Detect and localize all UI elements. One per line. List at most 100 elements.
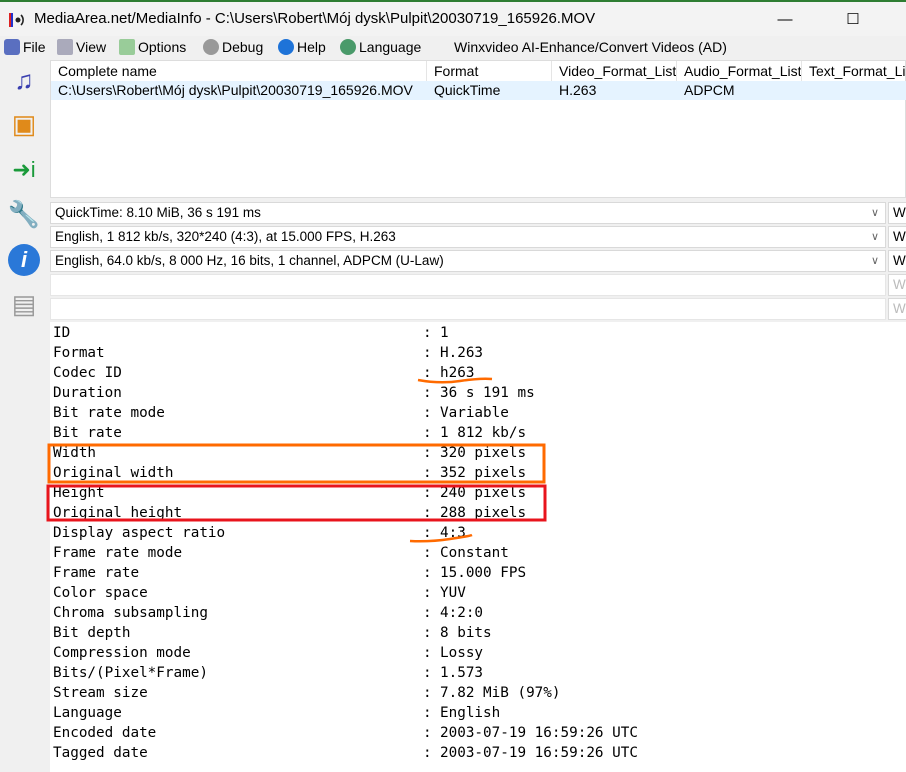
stream-web-button[interactable]: W — [888, 226, 906, 248]
detail-separator: : — [423, 445, 432, 461]
stream-web-button[interactable]: W — [888, 202, 906, 224]
video-stream-select[interactable]: English, 1 812 kb/s, 320*240 (4:3), at 1… — [50, 226, 886, 248]
detail-label: Bit rate mode — [53, 405, 165, 421]
detail-label: Duration — [53, 385, 122, 401]
detail-separator: : — [423, 485, 432, 501]
list-item-audio[interactable]: ADPCM — [677, 81, 802, 100]
export-icon[interactable]: ➜i — [6, 152, 42, 188]
chevron-down-icon: ∨ — [870, 207, 879, 219]
web-knowledge-icon[interactable]: ▤ — [6, 286, 42, 322]
file-icon — [4, 39, 20, 55]
detail-separator: : — [423, 545, 432, 561]
detail-value: English — [440, 705, 501, 721]
open-file-icon[interactable]: ♫ — [6, 62, 42, 98]
menu-view[interactable]: View — [57, 38, 106, 56]
detail-value: 1 812 kb/s — [440, 425, 527, 441]
column-text-format-list[interactable]: Text_Format_List — [802, 61, 906, 81]
menu-label: Help — [297, 39, 326, 55]
menu-language[interactable]: Language — [340, 38, 421, 56]
detail-value: Lossy — [440, 645, 484, 661]
open-folder-icon[interactable]: ▣ — [6, 106, 42, 142]
stream-summary: QuickTime: 8.10 MiB, 36 s 191 ms — [55, 205, 261, 220]
detail-value: H.263 — [440, 345, 484, 361]
detail-value: YUV — [440, 585, 466, 601]
column-video-format-list[interactable]: Video_Format_List — [552, 61, 677, 81]
detail-label: Height — [53, 485, 105, 501]
detail-value: 352 pixels — [440, 465, 527, 481]
detail-separator: : — [423, 705, 432, 721]
close-button[interactable]: ✕ — [896, 6, 906, 34]
menu-label: Options — [138, 39, 187, 55]
list-item-format[interactable]: QuickTime — [427, 81, 552, 100]
detail-separator: : — [423, 365, 432, 381]
language-icon — [340, 39, 356, 55]
menu-label: Winxvideo AI-Enhance/Convert Videos (AD) — [454, 39, 727, 55]
menu-debug[interactable]: Debug — [203, 38, 263, 56]
detail-value: 4:2:0 — [440, 605, 484, 621]
menu-help[interactable]: Help — [278, 38, 326, 56]
text-stream-select — [50, 274, 886, 296]
menu-bar: File View Options Debug Help Language Wi… — [0, 36, 906, 58]
preferences-icon[interactable]: 🔧 — [6, 196, 42, 232]
stream-web-button: W — [888, 298, 906, 320]
column-audio-format-list[interactable]: Audio_Format_List — [677, 61, 802, 81]
detail-separator: : — [423, 665, 432, 681]
detail-label: Display aspect ratio — [53, 525, 226, 541]
detail-label: Bit depth — [53, 625, 131, 641]
detail-label: ID — [53, 325, 71, 341]
detail-label: Original width — [53, 465, 174, 481]
menu-label: Debug — [222, 39, 264, 55]
stream-summary: English, 64.0 kb/s, 8 000 Hz, 16 bits, 1… — [55, 253, 444, 268]
list-item-video[interactable]: H.263 — [552, 81, 677, 100]
detail-value: 2003-07-19 16:59:26 UTC — [440, 725, 638, 741]
detail-label: Chroma subsampling — [53, 605, 208, 621]
menu-winxvideo-ad[interactable]: Winxvideo AI-Enhance/Convert Videos (AD) — [454, 38, 727, 56]
detail-separator: : — [423, 645, 432, 661]
window-title: MediaArea.net/MediaInfo - C:\Users\Rober… — [34, 10, 596, 27]
debug-icon — [203, 39, 219, 55]
detail-value: 7.82 MiB (97%) — [440, 685, 561, 701]
detail-separator: : — [423, 505, 432, 521]
detail-label: Bits/(Pixel*Frame) — [53, 665, 208, 681]
stream-web-button[interactable]: W — [888, 250, 906, 272]
about-icon[interactable]: i — [6, 242, 42, 278]
general-stream-select[interactable]: QuickTime: 8.10 MiB, 36 s 191 ms ∨ — [50, 202, 886, 224]
detail-label: Original height — [53, 505, 183, 521]
other-stream-select — [50, 298, 886, 320]
detail-separator: : — [423, 525, 432, 541]
detail-value: Constant — [440, 545, 509, 561]
detail-separator: : — [423, 585, 432, 601]
menu-options[interactable]: Options — [119, 38, 186, 56]
detail-label: Compression mode — [53, 645, 191, 661]
column-complete-name[interactable]: Complete name — [51, 61, 427, 81]
detail-label: Frame rate mode — [53, 545, 183, 561]
detail-label: Encoded date — [53, 725, 157, 741]
detail-label: Bit rate — [53, 425, 122, 441]
minimize-button[interactable]: — — [762, 6, 808, 34]
menu-file[interactable]: File — [4, 38, 46, 56]
menu-label: Language — [359, 39, 422, 55]
detail-label: Width — [53, 445, 97, 461]
detail-separator: : — [423, 725, 432, 741]
detail-value: Variable — [440, 405, 509, 421]
list-item-name[interactable]: C:\Users\Robert\Mój dysk\Pulpit\20030719… — [51, 81, 427, 100]
detail-separator: : — [423, 685, 432, 701]
chevron-down-icon: ∨ — [870, 231, 879, 243]
detail-separator: : — [423, 565, 432, 581]
mediainfo-app-icon — [9, 13, 24, 27]
maximize-button[interactable]: ☐ — [830, 6, 876, 34]
view-icon — [57, 39, 73, 55]
detail-label: Stream size — [53, 685, 148, 701]
detail-separator: : — [423, 385, 432, 401]
title-bar: MediaArea.net/MediaInfo - C:\Users\Rober… — [0, 0, 906, 36]
help-icon — [278, 39, 294, 55]
detail-value: 4:3 — [440, 525, 466, 541]
menu-label: View — [76, 39, 107, 55]
detail-separator: : — [423, 625, 432, 641]
detail-separator: : — [423, 605, 432, 621]
audio-stream-select[interactable]: English, 64.0 kb/s, 8 000 Hz, 16 bits, 1… — [50, 250, 886, 272]
column-format[interactable]: Format — [427, 61, 552, 81]
detail-value: 320 pixels — [440, 445, 527, 461]
detail-value: 15.000 FPS — [440, 565, 527, 581]
list-item-text[interactable] — [802, 81, 906, 100]
